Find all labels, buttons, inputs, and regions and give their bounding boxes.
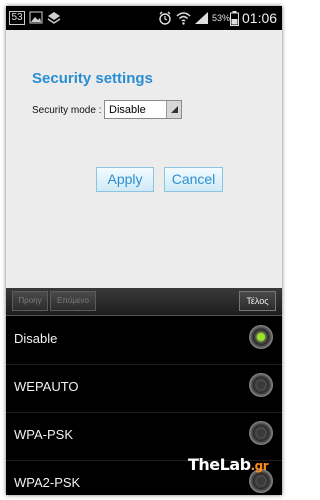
notification-count-badge: 53 (9, 11, 25, 25)
layers-icon (47, 12, 61, 24)
image-icon (29, 11, 43, 24)
option-label: WPA2-PSK (14, 475, 81, 490)
clock: 01:06 (242, 10, 278, 26)
alarm-icon (159, 11, 171, 25)
form-navigation-toolbar: Προηγ Επόμενο Τέλος (6, 288, 282, 316)
wifi-icon (176, 12, 191, 25)
done-button[interactable]: Τέλος (239, 291, 276, 311)
thelab-watermark-logo: TheLab.gr (188, 455, 269, 474)
cancel-button[interactable]: Cancel (164, 167, 223, 192)
watermark-suffix: .gr (250, 459, 269, 473)
security-mode-select[interactable]: Disable (104, 100, 182, 119)
security-mode-value: Disable (109, 104, 146, 116)
option-wpa-psk[interactable]: WPA-PSK (6, 413, 282, 461)
option-wepauto[interactable]: WEPAUTO (6, 365, 282, 413)
web-content: Security settings Security mode : Disabl… (6, 30, 282, 288)
phone-screen: 53 53% 01:06 Security settings Security … (6, 6, 282, 495)
previous-button[interactable]: Προηγ (12, 291, 48, 311)
battery-icon (230, 11, 239, 26)
battery-percent: 53% (212, 13, 231, 23)
apply-button[interactable]: Apply (96, 167, 154, 192)
dropdown-arrow-icon (166, 101, 181, 118)
page-title: Security settings (32, 70, 153, 87)
radio-selected-icon[interactable] (249, 325, 273, 349)
status-bar: 53 53% 01:06 (6, 6, 282, 30)
next-button[interactable]: Επόμενο (50, 291, 96, 311)
radio-unselected-icon[interactable] (249, 373, 273, 397)
radio-unselected-icon[interactable] (249, 421, 273, 445)
watermark-main: TheLab (188, 455, 251, 474)
option-label: WPA-PSK (14, 427, 73, 442)
security-mode-label: Security mode : (32, 105, 102, 116)
option-disable[interactable]: Disable (6, 317, 282, 365)
signal-icon (195, 12, 208, 24)
option-label: Disable (14, 331, 58, 346)
option-label: WEPAUTO (14, 379, 79, 394)
